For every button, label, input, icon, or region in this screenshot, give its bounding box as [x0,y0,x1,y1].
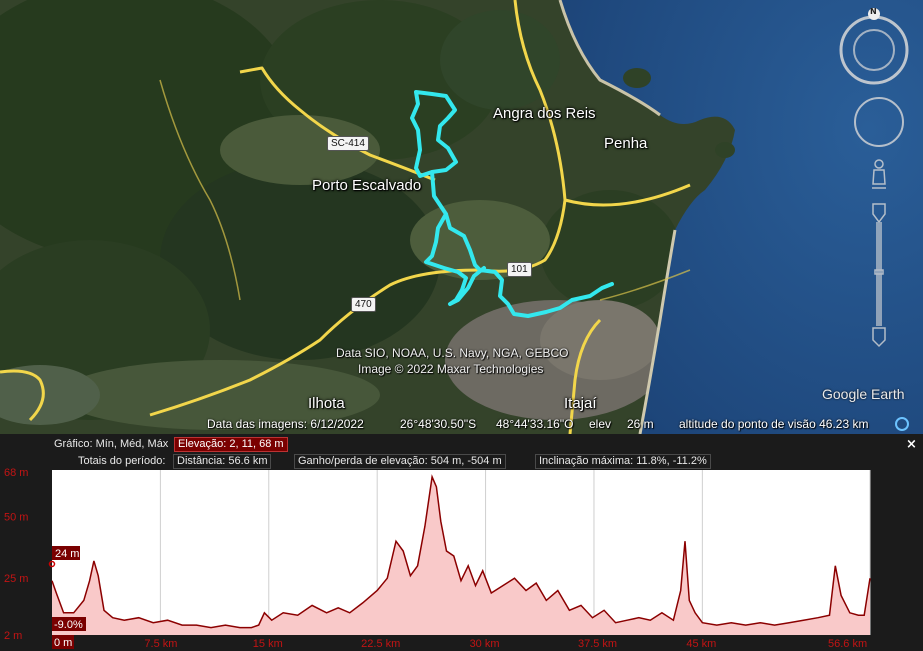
x-tick-label: 7.5 km [144,638,177,650]
place-label-porto: Porto Escalvado [312,177,422,194]
place-label-penha: Penha [604,135,648,152]
y-tick-label: 68 m [4,467,28,479]
x-tick-label: 45 km [686,638,716,650]
place-label-itajai: Itajaí [564,395,597,412]
y-tick-label: 2 m [4,630,22,642]
eye-altitude: altitude do ponto de visão 46.23 km [679,417,869,431]
compass-ring-icon[interactable] [839,8,909,85]
road-shield-470: 470 [351,297,376,312]
y-axis-ticks: 68 m 50 m 25 m 2 m [4,467,28,642]
compass-north-letter: N [870,7,877,16]
elevation-profile-panel: Gráfico: Mín, Méd, Máx Elevação: 2, 11, … [0,434,923,651]
longitude-readout: 48°44'33.16"O [496,417,574,431]
place-label-ilhota: Ilhota [308,395,345,412]
navigation-controls: N [836,7,916,353]
x-tick-label: 22.5 km [361,638,400,650]
elevation-stat-button[interactable]: Elevação: 2, 11, 68 m [174,437,288,452]
latitude-readout: 26°48'30.50"S [400,417,477,431]
imagery-date: Data das imagens: 6/12/2022 [207,417,364,431]
road-shield-101: 101 [507,262,532,277]
elev-value: 26 m [627,417,654,431]
look-joystick-icon[interactable] [854,97,904,147]
cursor-slope-flag: -9.0% [54,619,83,631]
imagery-credit-line2: Image © 2022 Maxar Technologies [358,362,544,376]
graph-mode-label: Gráfico: Mín, Méd, Máx [54,438,169,450]
cursor-elevation-flag: 24 m [55,548,79,560]
street-view-pegman-icon[interactable] [872,159,886,189]
map-view[interactable]: Angra dos Reis Penha Porto Escalvado Ilh… [0,0,923,434]
status-bar: Data das imagens: 6/12/2022 26°48'30.50"… [0,414,923,434]
zoom-slider-icon[interactable] [872,203,886,348]
google-earth-logo: Google Earth [822,386,905,402]
y-tick-label: 25 m [4,573,28,585]
streaming-progress-icon [895,417,909,431]
elevation-chart[interactable]: 68 m 50 m 25 m 2 m 7.5 km 15 km 22.5 km 30 km 3… [0,466,923,651]
cursor-distance-flag: 0 m [54,637,72,649]
x-tick-label: 15 km [253,638,283,650]
x-axis-ticks: 7.5 km 15 km 22.5 km 30 km 37.5 km 45 km 56.6 … [144,638,867,650]
close-profile-button[interactable]: × [906,437,917,452]
x-tick-label: 37.5 km [578,638,617,650]
x-tick-label: 56.6 km [828,638,867,650]
road-shield-sc414: SC-414 [327,136,369,151]
imagery-credit-line1: Data SIO, NOAA, U.S. Navy, NGA, GEBCO [336,346,569,360]
place-label-angra: Angra dos Reis [493,105,596,122]
x-tick-label: 30 km [470,638,500,650]
y-tick-label: 50 m [4,511,28,523]
elev-label: elev [589,417,612,431]
